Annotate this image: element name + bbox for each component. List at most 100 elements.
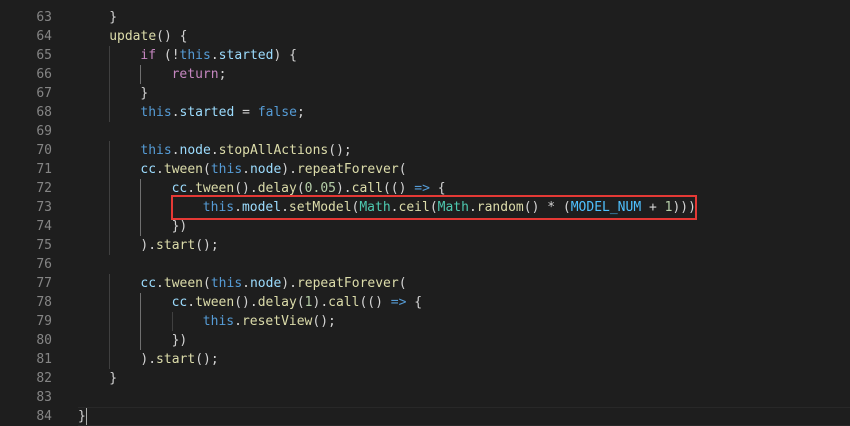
indent-guide xyxy=(109,179,111,198)
code-token: ( xyxy=(296,181,305,196)
code-line[interactable] xyxy=(78,255,850,274)
code-line[interactable]: ).start(); xyxy=(78,350,850,369)
line-number: 72 xyxy=(36,181,52,196)
indent-guide xyxy=(109,331,111,350)
code-token: call xyxy=(351,181,383,196)
code-line[interactable]: } xyxy=(78,8,850,27)
code-token: started xyxy=(179,105,235,120)
code-token: repeatForever xyxy=(296,276,399,291)
code-line[interactable]: cc.tween(this.node).repeatForever( xyxy=(78,274,850,293)
line-number: 64 xyxy=(36,29,52,44)
code-token: node xyxy=(249,276,282,291)
code-token: { xyxy=(406,295,423,310)
indent-guide xyxy=(140,198,142,217)
code-token: this xyxy=(179,48,211,63)
code-token: node xyxy=(249,162,282,177)
code-token: ; xyxy=(296,105,305,120)
code-token: } xyxy=(109,371,118,386)
indent-guide xyxy=(109,141,111,160)
code-token: tween xyxy=(163,162,204,177)
code-token: tween xyxy=(163,276,204,291)
code-token: . xyxy=(156,276,164,291)
code-token: false xyxy=(257,105,297,120)
code-token: ( xyxy=(203,162,211,177)
code-token: ). xyxy=(281,162,297,177)
code-token: cc xyxy=(171,181,188,196)
code-line[interactable]: this.node.stopAllActions(); xyxy=(78,141,850,160)
code-token: ( xyxy=(398,276,407,291)
code-line[interactable]: } xyxy=(78,369,850,388)
indent-guide xyxy=(171,312,173,331)
code-line[interactable] xyxy=(78,388,850,407)
code-token: cc xyxy=(171,295,188,310)
code-line[interactable]: cc.tween().delay(1).call(() => { xyxy=(78,293,850,312)
code-token: . xyxy=(156,162,164,177)
indent-guide xyxy=(140,331,142,350)
code-token: (). xyxy=(234,295,258,310)
code-token: stopAllActions xyxy=(218,143,329,158)
code-token: 0.05 xyxy=(304,181,336,196)
code-token: resetView xyxy=(241,314,313,329)
indent-guide xyxy=(109,84,111,103)
line-number: 84 xyxy=(36,409,52,424)
line-number: 76 xyxy=(36,257,52,272)
code-line[interactable]: if (!this.started) { xyxy=(78,46,850,65)
code-line[interactable]: }) xyxy=(78,331,850,350)
text-cursor xyxy=(85,408,87,425)
code-token: cc xyxy=(140,162,157,177)
code-token: ; xyxy=(218,67,227,82)
code-token: this xyxy=(210,162,243,177)
code-editor[interactable]: 63 64 65 66 67 68 69 70 71 72 73 74 75 76 77 78 79 80 81 82… xyxy=(0,0,850,426)
code-line[interactable]: return; xyxy=(78,65,850,84)
code-token: (); xyxy=(312,314,336,329)
code-line[interactable]: this.started = false; xyxy=(78,103,850,122)
code-token: . xyxy=(187,181,196,196)
code-token: . xyxy=(171,105,180,120)
line-number: 63 xyxy=(36,10,52,25)
line-number: 67 xyxy=(36,86,52,101)
code-line[interactable]: cc.tween(this.node).repeatForever( xyxy=(78,160,850,179)
code-token: call xyxy=(328,295,360,310)
indent-guide xyxy=(140,179,142,198)
indent-guide xyxy=(109,350,111,369)
code-token: this xyxy=(202,314,235,329)
line-number: 71 xyxy=(36,162,52,177)
indent-guide xyxy=(109,293,111,312)
line-number: 69 xyxy=(36,124,52,139)
indent-guide xyxy=(140,293,142,312)
code-token: (() xyxy=(359,295,391,310)
indent-guide xyxy=(140,65,142,84)
code-token: this xyxy=(140,143,172,158)
code-token: . xyxy=(187,295,196,310)
indent-guide xyxy=(109,312,111,331)
line-number: 70 xyxy=(36,143,52,158)
code-line[interactable] xyxy=(78,122,850,141)
code-token: }) xyxy=(171,219,188,234)
code-token: ). xyxy=(140,352,157,367)
code-token: cc xyxy=(140,276,157,291)
line-number-gutter: 63 64 65 66 67 68 69 70 71 72 73 74 75 76 77 78 79 80 81 82… xyxy=(0,0,68,424)
code-token: ( xyxy=(398,162,407,177)
code-token: ). xyxy=(140,238,157,253)
code-token: (); xyxy=(195,352,219,367)
code-line[interactable]: } xyxy=(78,84,850,103)
code-line[interactable]: this.resetView(); xyxy=(78,312,850,331)
code-token: tween xyxy=(195,181,235,196)
code-line[interactable]: ).start(); xyxy=(78,236,850,255)
code-line[interactable]: update() { xyxy=(78,27,850,46)
line-number: 74 xyxy=(36,219,52,234)
code-token: delay xyxy=(257,295,297,310)
code-token: (); xyxy=(195,238,219,253)
code-token: . xyxy=(242,162,250,177)
indent-guide xyxy=(109,46,111,65)
indent-guide xyxy=(140,312,142,331)
code-token: => xyxy=(414,181,430,196)
code-token: 1 xyxy=(304,295,313,310)
line-number: 80 xyxy=(36,333,52,348)
code-token: start xyxy=(156,352,196,367)
code-token: ( xyxy=(203,276,211,291)
code-token: started xyxy=(218,48,274,63)
line-number: 77 xyxy=(36,276,52,291)
code-token: (() xyxy=(382,181,415,196)
code-token: tween xyxy=(195,295,235,310)
